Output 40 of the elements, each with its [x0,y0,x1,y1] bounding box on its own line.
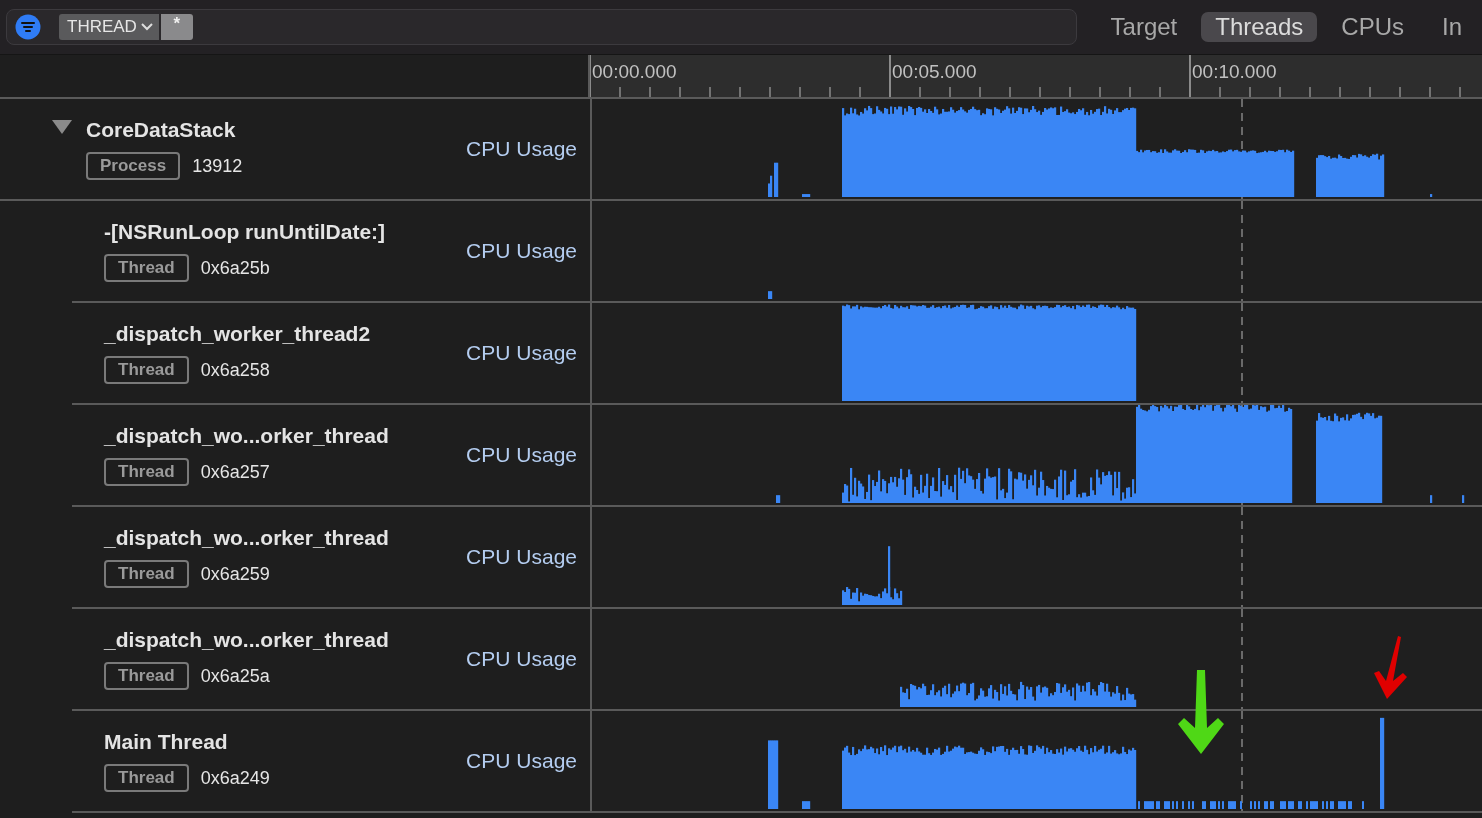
filter-token[interactable]: THREAD [59,14,159,40]
track-id: 0x6a259 [200,563,270,585]
track-id: 0x6a25b [200,257,270,279]
track-id: 0x6a249 [200,767,270,789]
track-id: 0x6a25a [200,665,270,687]
metric-label: CPU Usage [466,545,577,569]
track-name: _dispatch_wo...orker_thread [104,628,390,652]
track-id: 0x6a258 [200,359,270,381]
metric-label: CPU Usage [466,239,577,263]
track-name: _dispatch_wo...orker_thread [104,526,390,550]
track-type-tag: Thread [104,254,189,282]
filter-icon[interactable] [15,14,41,40]
track-type-tag: Thread [104,356,189,384]
track-type-tag: Thread [104,458,189,486]
track-type-tag: Thread [104,764,189,792]
track-name: Main Thread [104,730,229,754]
metric-label: CPU Usage [466,341,577,365]
track-id: 13912 [192,155,243,177]
track-type-tag: Process [86,152,181,180]
metric-label: CPU Usage [466,749,577,773]
track-name: _dispatch_wo...orker_thread [104,424,390,448]
time-label: 00:05.000 [891,60,978,84]
track-name: -[NSRunLoop runUntilDate:] [104,220,387,244]
time-label: 00:10.000 [1191,60,1278,84]
view-tab[interactable]: Target [1096,12,1192,42]
track-type-tag: Thread [104,662,189,690]
time-label: 00:00.000 [591,60,678,84]
metric-label: CPU Usage [466,647,577,671]
disclosure-triangle[interactable] [52,119,72,135]
track-type-tag: Thread [104,560,189,588]
chevron-down-icon [140,23,153,31]
filter-field[interactable]: THREAD * [6,9,1077,45]
view-tab[interactable]: Threads [1201,12,1318,42]
metric-label: CPU Usage [466,137,577,161]
metric-label: CPU Usage [466,443,577,467]
view-tab[interactable]: In [1428,12,1476,42]
track-name: CoreDataStack [86,118,237,142]
view-tab[interactable]: CPUs [1327,12,1418,42]
track-id: 0x6a257 [200,461,270,483]
track-name: _dispatch_worker_thread2 [104,322,372,346]
